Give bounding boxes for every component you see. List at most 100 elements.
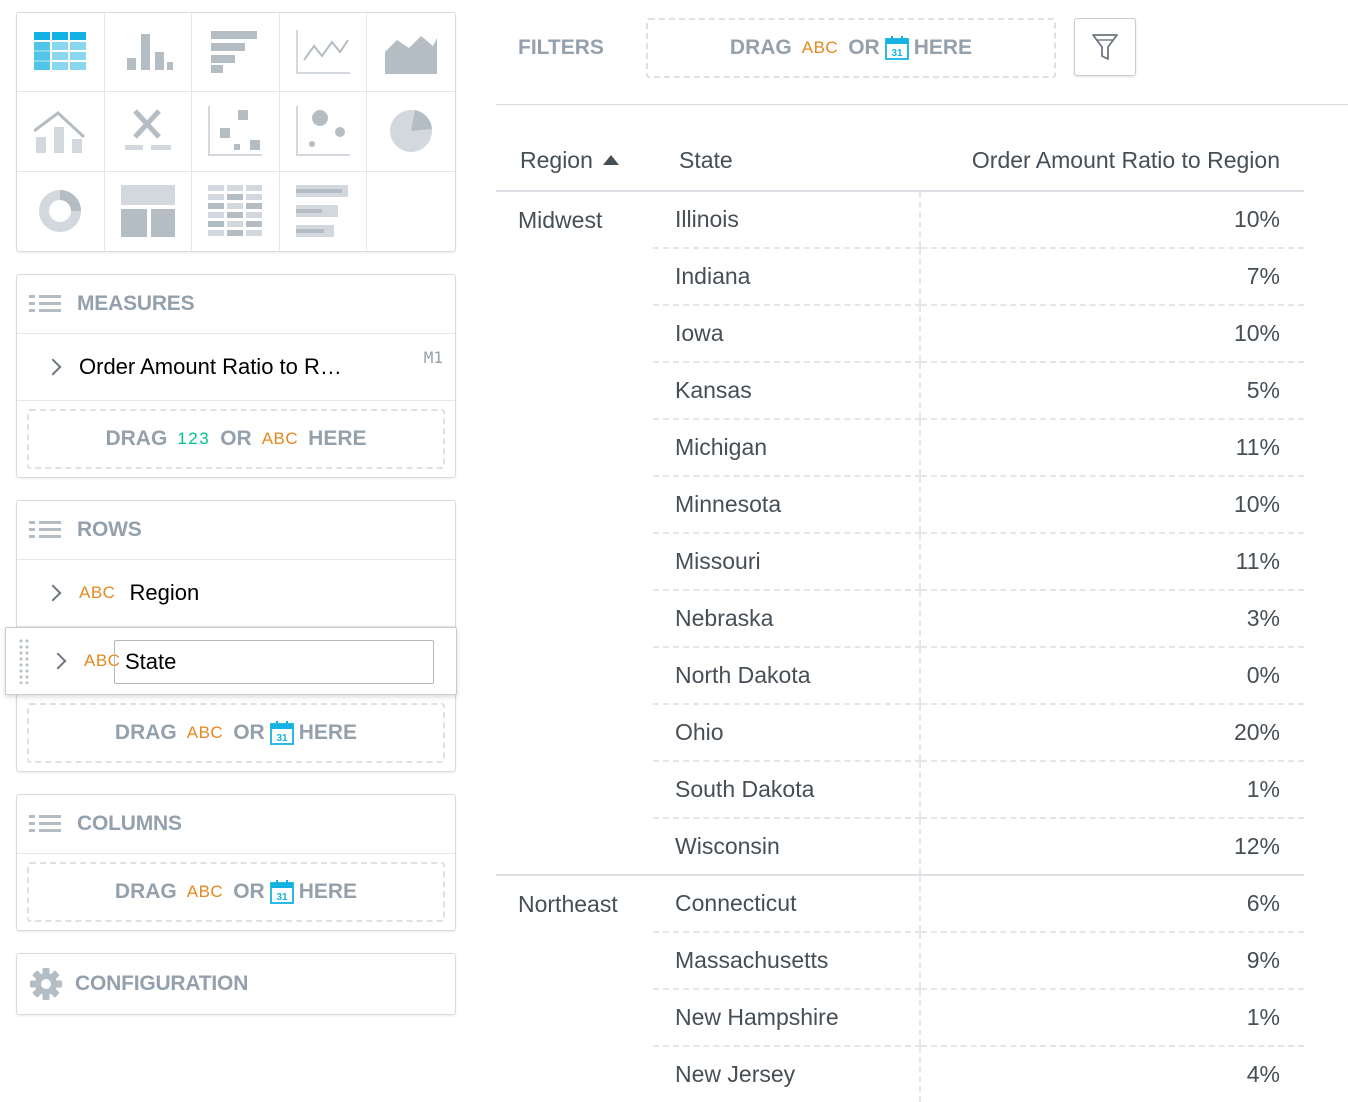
area-chart-viz-icon[interactable]	[367, 13, 455, 93]
table-row: Midwest Illinois 10%	[496, 191, 1304, 249]
ratio-cell: 11%	[919, 533, 1304, 591]
drop-text-here: HERE	[913, 36, 973, 59]
configuration-title: CONFIGURATION	[75, 972, 249, 995]
chevron-right-icon[interactable]	[49, 652, 67, 670]
state-cell: Missouri	[653, 533, 920, 591]
rows-drop-zone[interactable]: DRAG ABC OR 31 HERE	[27, 703, 445, 763]
drop-text-or: OR	[848, 36, 880, 59]
ratio-cell: 20%	[919, 704, 1304, 762]
attribute-type-label: ABC	[186, 723, 224, 742]
region-cell	[496, 419, 653, 476]
table-viz-icon[interactable]	[17, 13, 105, 93]
columns-drop-zone[interactable]: DRAG ABC OR 31 HERE	[27, 862, 445, 922]
gear-icon	[30, 968, 62, 1000]
table-row: North Dakota 0%	[496, 647, 1304, 705]
scatter-plot-viz-icon[interactable]	[192, 92, 280, 172]
rows-title: ROWS	[77, 518, 142, 541]
table-row: Iowa 10%	[496, 305, 1304, 363]
header-order-amount-ratio[interactable]: Order Amount Ratio to Region	[920, 130, 1304, 192]
row-item-label-input[interactable]: State	[114, 640, 434, 684]
filter-bar: FILTERS DRAG ABC OR 31 HERE	[496, 12, 1348, 105]
ratio-cell: 1%	[919, 761, 1304, 819]
sort-ascending-icon[interactable]	[602, 154, 619, 165]
filter-button[interactable]	[1074, 18, 1136, 76]
filters-label: FILTERS	[518, 36, 604, 59]
ratio-cell: 10%	[919, 476, 1304, 534]
state-cell: Kansas	[653, 362, 920, 420]
drop-text-drag: DRAG	[114, 880, 177, 903]
column-chart-viz-icon[interactable]	[104, 13, 193, 93]
table-row: Minnesota 10%	[496, 476, 1304, 534]
columns-header[interactable]: COLUMNS	[17, 795, 455, 854]
bubble-chart-viz-icon[interactable]	[279, 92, 368, 172]
chevron-right-icon[interactable]	[44, 584, 62, 602]
ratio-cell: 10%	[919, 191, 1304, 249]
calendar-icon: 31	[884, 36, 909, 60]
ratio-cell: 9%	[919, 932, 1304, 990]
rows-section: ROWS ABC Region ABC State DRAG ABC OR 31…	[5, 500, 457, 772]
row-item-label: Region	[129, 580, 200, 605]
drop-text-here: HERE	[298, 721, 358, 744]
combo-chart-viz-icon[interactable]	[17, 92, 105, 172]
configuration-section: CONFIGURATION	[16, 953, 456, 1015]
svg-text:31: 31	[276, 892, 288, 903]
line-chart-viz-icon[interactable]	[279, 13, 368, 93]
table-row: Nebraska 3%	[496, 590, 1304, 648]
region-cell	[496, 362, 653, 419]
donut-chart-viz-icon[interactable]	[17, 171, 105, 251]
measure-label: Order Amount Ratio to R…	[79, 354, 342, 379]
headline-viz-icon[interactable]	[104, 92, 193, 172]
measures-title: MEASURES	[77, 292, 195, 315]
ratio-cell: 11%	[919, 419, 1304, 477]
ratio-cell: 10%	[919, 305, 1304, 363]
ratio-cell: 7%	[919, 248, 1304, 306]
ratio-cell: 1%	[919, 989, 1304, 1047]
header-region[interactable]: Region	[496, 130, 653, 192]
header-state[interactable]: State	[653, 130, 920, 192]
attribute-type-label: ABC	[261, 429, 299, 448]
svg-text:31: 31	[891, 48, 903, 59]
table-row: Wisconsin 12%	[496, 818, 1304, 876]
ratio-cell: 3%	[919, 590, 1304, 648]
treemap-viz-icon[interactable]	[105, 171, 193, 251]
row-item-state[interactable]: ABC State	[5, 627, 457, 695]
measure-id: M1	[423, 348, 443, 367]
table-row: Ohio 20%	[496, 704, 1304, 762]
measure-item[interactable]: Order Amount Ratio to R… M1	[17, 334, 455, 401]
table-row: Massachusetts 9%	[496, 932, 1304, 990]
region-cell	[496, 818, 653, 876]
configuration-panel: MEASURES Order Amount Ratio to R… M1 DRA…	[5, 12, 457, 1015]
drag-handle-icon[interactable]	[18, 638, 30, 684]
region-cell	[496, 1046, 653, 1102]
columns-section: COLUMNS DRAG ABC OR 31 HERE	[16, 794, 456, 931]
rows-header[interactable]: ROWS	[17, 501, 455, 560]
row-item-region[interactable]: ABC Region	[17, 560, 455, 627]
drop-text-here: HERE	[308, 427, 367, 450]
table-row: South Dakota 1%	[496, 761, 1304, 819]
table-body: Midwest Illinois 10% Indiana 7% Iowa 10% Kansas…	[496, 191, 1304, 1102]
region-cell	[496, 590, 653, 647]
pivot-table: Region State Order Amount Ratio to Regio…	[496, 130, 1304, 1102]
region-cell	[496, 647, 653, 704]
heatmap-viz-icon[interactable]	[192, 171, 280, 251]
pie-chart-viz-icon[interactable]	[367, 92, 455, 172]
ratio-cell: 4%	[919, 1046, 1304, 1102]
drop-text-drag: DRAG	[729, 36, 792, 59]
state-cell: Illinois	[653, 191, 920, 249]
filters-drop-zone[interactable]: DRAG ABC OR 31 HERE	[646, 18, 1056, 78]
state-cell: Nebraska	[653, 590, 920, 648]
ratio-cell: 6%	[919, 875, 1304, 933]
table-row: New Jersey 4%	[496, 1046, 1304, 1102]
state-cell: Ohio	[653, 704, 920, 762]
configuration-header[interactable]: CONFIGURATION	[17, 954, 455, 1014]
chevron-right-icon[interactable]	[44, 358, 62, 376]
measures-header[interactable]: MEASURES	[17, 275, 455, 334]
drop-text-drag: DRAG	[105, 427, 168, 450]
measures-drop-zone[interactable]: DRAG 123 OR ABC HERE	[27, 409, 445, 469]
bullet-chart-viz-icon[interactable]	[280, 171, 368, 251]
drop-text-drag: DRAG	[114, 721, 177, 744]
bar-chart-viz-icon[interactable]	[192, 13, 280, 93]
region-cell	[496, 305, 653, 362]
drop-text-or: OR	[233, 880, 265, 903]
state-cell: South Dakota	[653, 761, 920, 819]
